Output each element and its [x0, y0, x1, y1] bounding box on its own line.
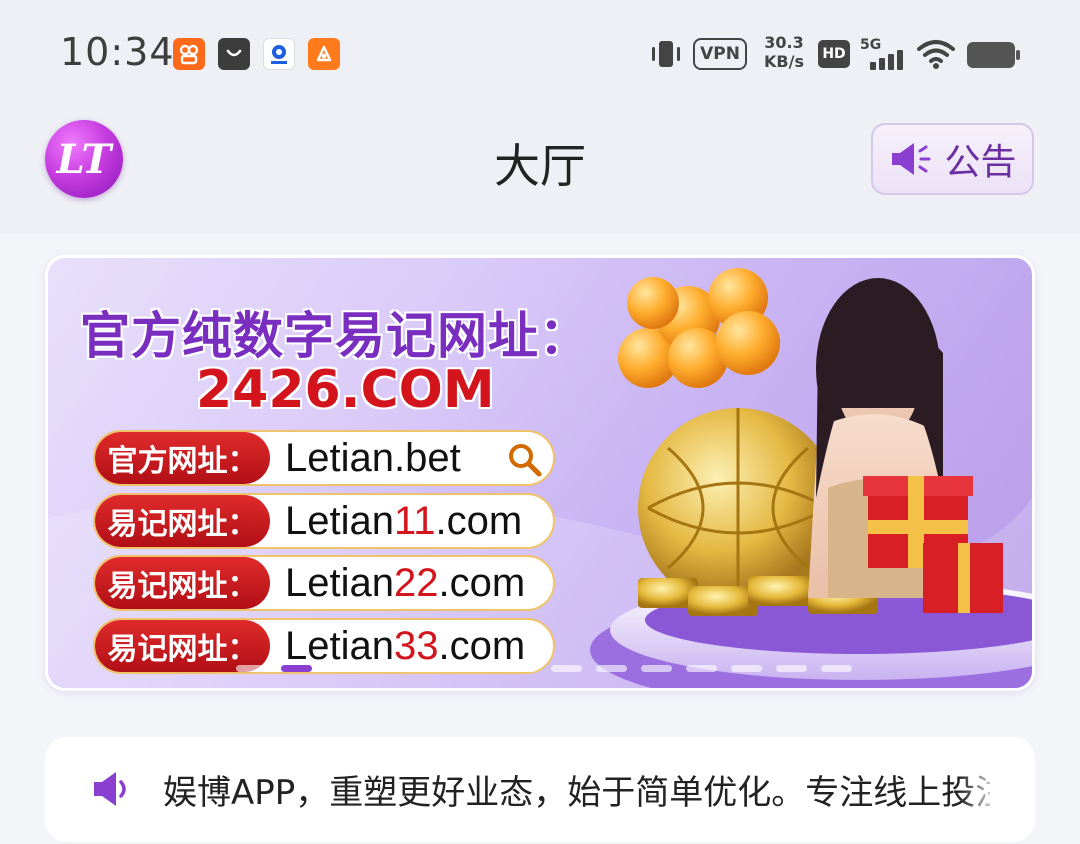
app-notify-icon-3 [263, 38, 295, 70]
url-row-easy-2[interactable]: 易记网址： Letian 22 .com [93, 555, 555, 611]
carousel-dot[interactable] [686, 665, 717, 672]
announcement-label: 公告 [944, 142, 1017, 183]
marquee-fade [960, 737, 1000, 842]
carousel-dot[interactable] [416, 665, 447, 672]
app-notify-icon-2 [218, 38, 250, 70]
url-suffix: .bet [393, 435, 461, 480]
url-text: Letian 22 .com [285, 557, 525, 609]
carousel-dot[interactable] [821, 665, 852, 672]
search-icon [509, 444, 542, 477]
banner-headline: 官方纯数字易记网址： [80, 307, 590, 365]
url-suffix: .com [438, 623, 526, 668]
carousel-indicator[interactable] [236, 665, 852, 672]
app-notify-icon-1 [173, 38, 205, 70]
carousel-dot[interactable] [326, 665, 357, 672]
carousel-dot[interactable] [596, 665, 627, 672]
url-tag: 官方网址： [95, 432, 270, 484]
url-suffix: .com [438, 560, 526, 605]
url-prefix: Letian [285, 435, 394, 480]
net-speed-unit: KB/s [764, 52, 804, 71]
url-highlight: 33 [393, 623, 439, 668]
url-highlight: 22 [393, 560, 439, 605]
url-row-easy-1[interactable]: 易记网址： Letian 11 .com [93, 493, 555, 549]
carousel-dot[interactable] [641, 665, 672, 672]
url-tag: 易记网址： [95, 557, 270, 609]
vibrate-icon [652, 41, 680, 67]
url-prefix: Letian [285, 498, 394, 543]
carousel-dot[interactable] [731, 665, 762, 672]
url-prefix: Letian [285, 560, 394, 605]
url-highlight: 11 [393, 498, 436, 543]
net-speed-value: 30.3 [764, 33, 804, 52]
battery-icon [967, 42, 1020, 68]
carousel-dot[interactable] [461, 665, 492, 672]
carousel-dot[interactable] [506, 665, 537, 672]
announcement-marquee[interactable]: 娱博APP，重塑更好业态，始于简单优化。专注线上投注 [45, 737, 1035, 842]
url-text: Letian 11 .com [285, 495, 522, 547]
url-suffix: .com [435, 498, 523, 543]
url-prefix: Letian [285, 623, 394, 668]
promo-banner[interactable]: 官方纯数字易记网址： 2426.COM 官方网址： Letian .bet 易记网… [45, 255, 1035, 691]
announcement-button[interactable]: 公告 [871, 123, 1034, 195]
url-text: Letian .bet [285, 432, 461, 484]
url-tag: 易记网址： [95, 495, 270, 547]
speaker-icon [94, 772, 126, 806]
banner-domain: 2426.COM [196, 360, 495, 420]
vpn-badge: VPN [693, 38, 747, 70]
carousel-dot[interactable] [281, 665, 312, 672]
hd-badge: HD [818, 40, 850, 68]
marquee-text: 娱博APP，重塑更好业态，始于简单优化。专注线上投注 [163, 773, 990, 813]
carousel-dot[interactable] [371, 665, 402, 672]
carousel-dot[interactable] [776, 665, 807, 672]
status-bar: 10:34 VPN 30.3 KB/s HD 5G [0, 0, 1080, 86]
carousel-dot[interactable] [551, 665, 582, 672]
megaphone-icon [892, 143, 931, 175]
url-row-official[interactable]: 官方网址： Letian .bet [93, 430, 555, 486]
wifi-icon [917, 40, 955, 69]
signal-icon [870, 50, 903, 70]
carousel-dot[interactable] [236, 665, 267, 672]
net-speed: 30.3 KB/s [758, 33, 810, 71]
status-time: 10:34 [60, 30, 175, 74]
app-notify-icon-4 [308, 38, 340, 70]
